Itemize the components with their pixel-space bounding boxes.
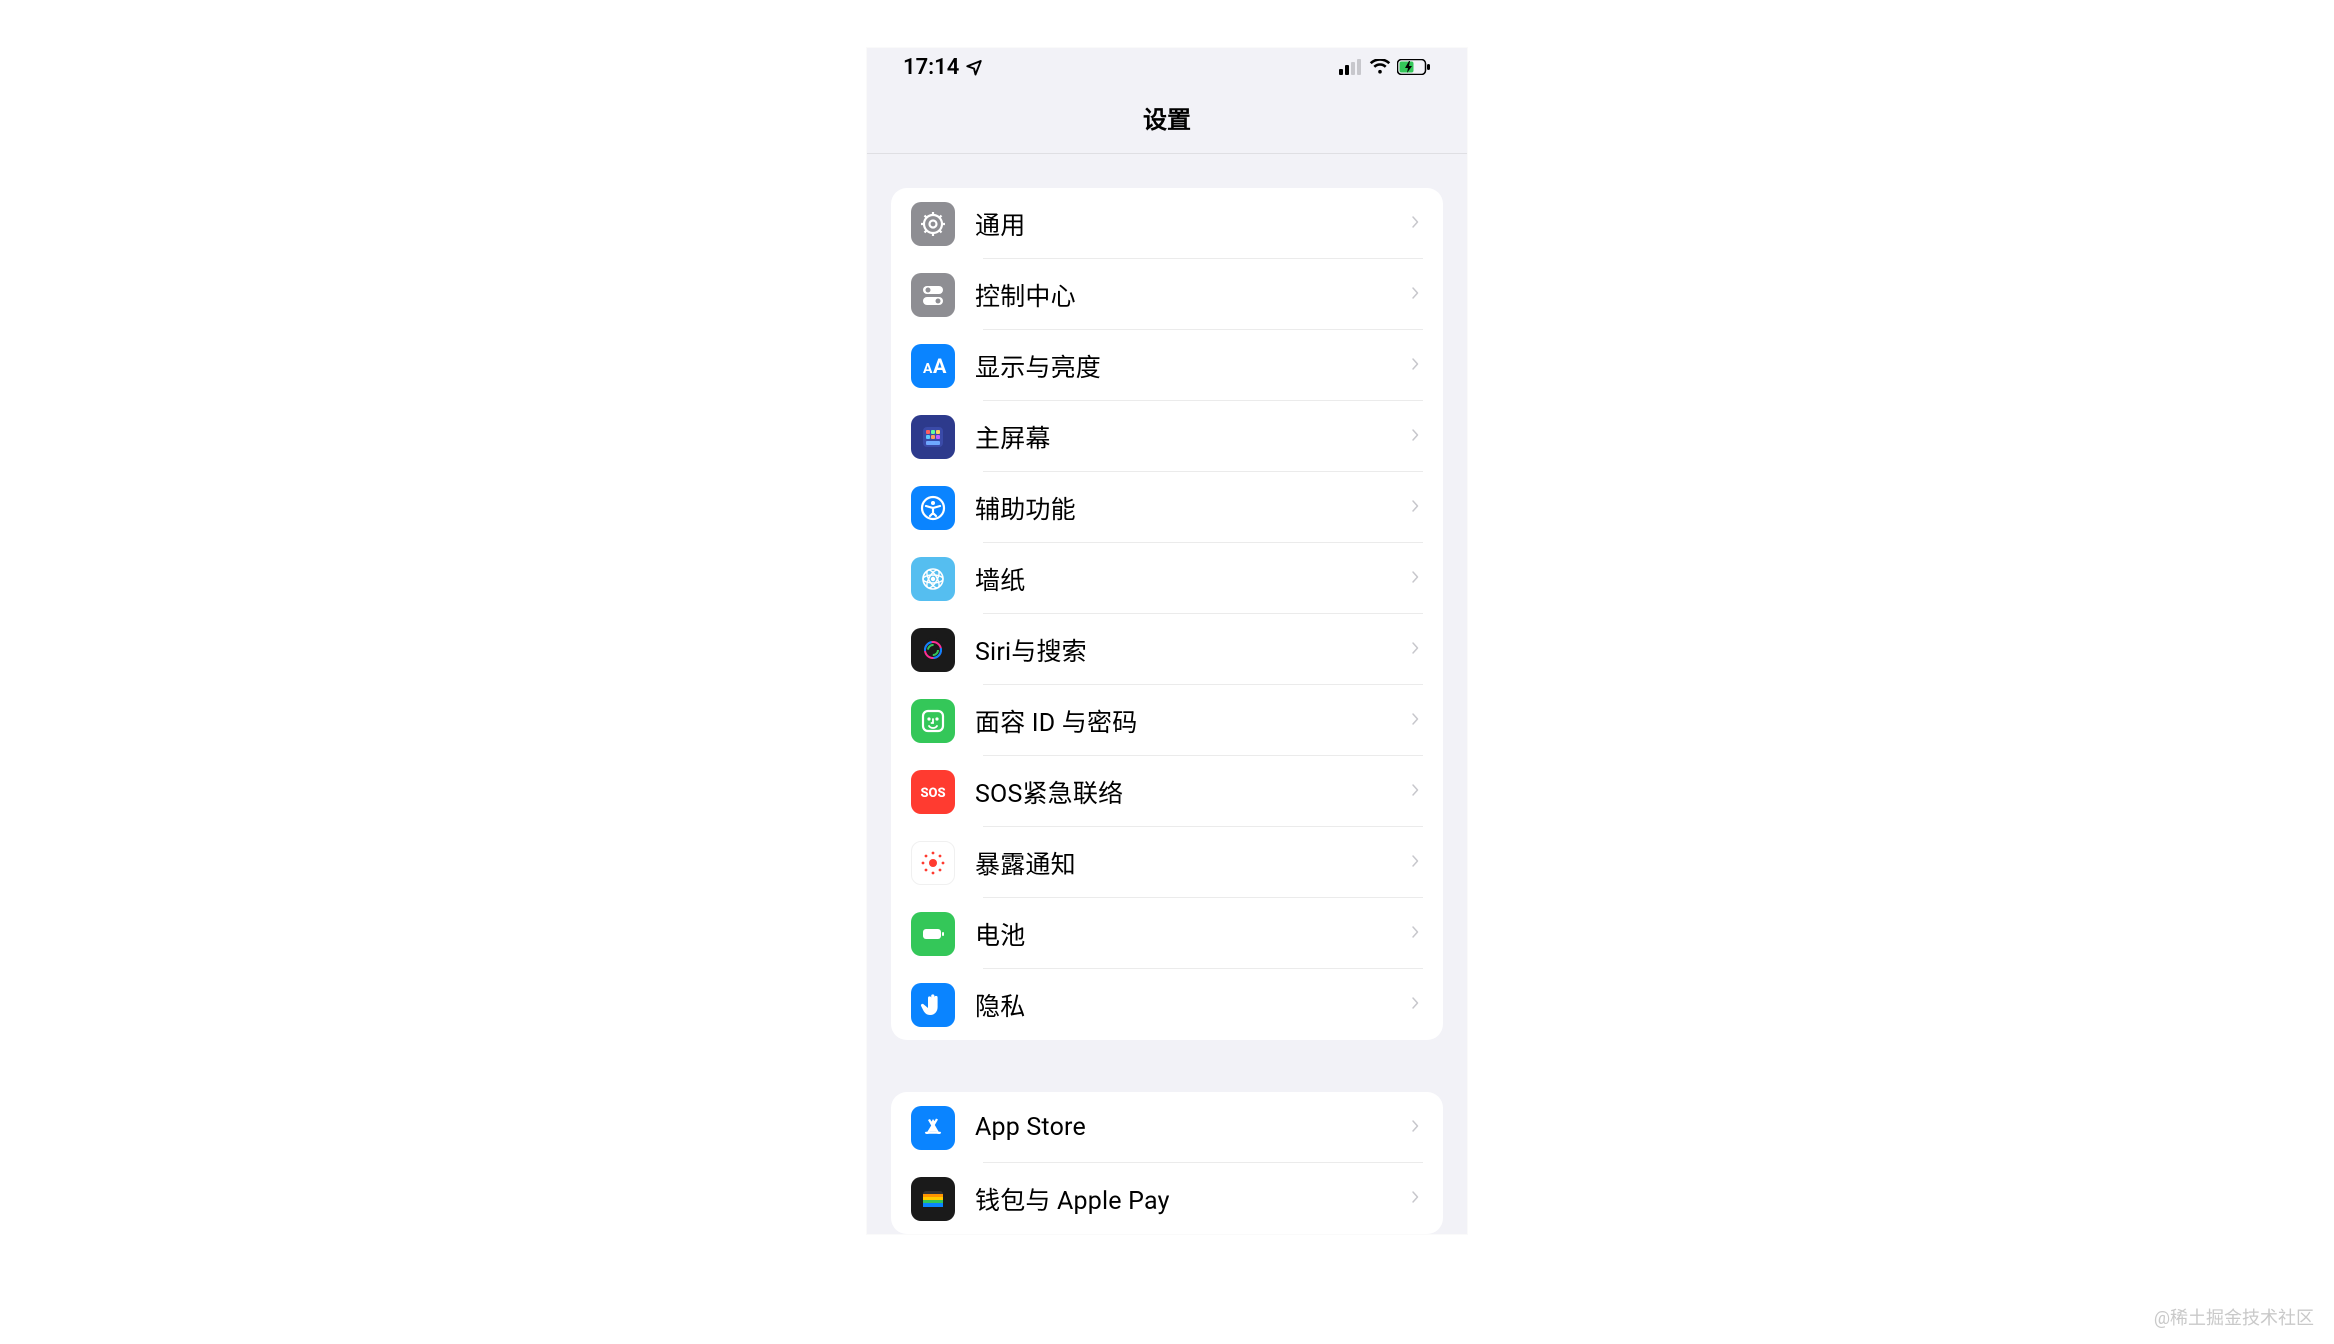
chevron-right-icon (1409, 637, 1423, 663)
settings-row-wallpaper[interactable]: 墙纸 (891, 543, 1443, 614)
settings-section: App Store 钱包与 Apple Pay (891, 1092, 1443, 1234)
settings-row-battery[interactable]: 电池 (891, 898, 1443, 969)
settings-row-label: 显示与亮度 (975, 348, 1409, 384)
chevron-right-icon (1409, 211, 1423, 237)
chevron-right-icon (1409, 921, 1423, 947)
hand-icon (911, 983, 955, 1027)
chevron-right-icon (1409, 850, 1423, 876)
settings-row-label: 暴露通知 (975, 845, 1409, 881)
toggles-icon (911, 273, 955, 317)
exposure-icon (911, 841, 955, 885)
battery-icon (911, 912, 955, 956)
settings-row-label: 辅助功能 (975, 490, 1409, 526)
chevron-right-icon (1409, 424, 1423, 450)
settings-row-general[interactable]: 通用 (891, 188, 1443, 259)
settings-row-accessibility[interactable]: 辅助功能 (891, 472, 1443, 543)
watermark: @稀土掘金技术社区 (2154, 1304, 2314, 1330)
text-size-icon (911, 344, 955, 388)
page-title: 设置 (867, 86, 1467, 154)
settings-row-app-store[interactable]: App Store (891, 1092, 1443, 1163)
phone-frame: 17:14 设置 通用控制中心显示与亮度主屏幕辅助功能墙纸 Siri与搜索面容 I… (867, 48, 1467, 1234)
settings-row-label: 钱包与 Apple Pay (975, 1181, 1409, 1217)
chevron-right-icon (1409, 779, 1423, 805)
chevron-right-icon (1409, 495, 1423, 521)
wallet-icon (911, 1177, 955, 1221)
settings-row-faceid[interactable]: 面容 ID 与密码 (891, 685, 1443, 756)
cellular-icon (1339, 59, 1363, 75)
chevron-right-icon (1409, 282, 1423, 308)
settings-row-siri[interactable]: Siri与搜索 (891, 614, 1443, 685)
chevron-right-icon (1409, 566, 1423, 592)
settings-row-display[interactable]: 显示与亮度 (891, 330, 1443, 401)
settings-row-label: Siri与搜索 (975, 632, 1409, 668)
settings-row-label: 主屏幕 (975, 419, 1409, 455)
status-time: 17:14 (903, 55, 959, 80)
wallpaper-icon (911, 557, 955, 601)
settings-row-label: 电池 (975, 916, 1409, 952)
settings-row-label: 通用 (975, 206, 1409, 242)
settings-row-home-screen[interactable]: 主屏幕 (891, 401, 1443, 472)
settings-row-wallet[interactable]: 钱包与 Apple Pay (891, 1163, 1443, 1234)
location-icon (965, 58, 983, 76)
appstore-icon (911, 1106, 955, 1150)
settings-row-privacy[interactable]: 隐私 (891, 969, 1443, 1040)
settings-row-exposure[interactable]: 暴露通知 (891, 827, 1443, 898)
status-left: 17:14 (903, 55, 983, 80)
home-grid-icon (911, 415, 955, 459)
chevron-right-icon (1409, 708, 1423, 734)
chevron-right-icon (1409, 1186, 1423, 1212)
status-right (1339, 59, 1431, 75)
gear-icon (911, 202, 955, 246)
siri-icon (911, 628, 955, 672)
chevron-right-icon (1409, 1115, 1423, 1141)
settings-row-label: App Store (975, 1113, 1409, 1142)
settings-section: 通用控制中心显示与亮度主屏幕辅助功能墙纸 Siri与搜索面容 ID 与密码 SOS紧… (891, 188, 1443, 1040)
battery-charging-icon (1397, 59, 1431, 75)
settings-row-label: SOS紧急联络 (975, 774, 1409, 810)
settings-row-label: 面容 ID 与密码 (975, 703, 1409, 739)
status-bar: 17:14 (867, 48, 1467, 86)
settings-row-label: 控制中心 (975, 277, 1409, 313)
settings-row-label: 隐私 (975, 987, 1409, 1023)
settings-row-control-center[interactable]: 控制中心 (891, 259, 1443, 330)
sos-icon (911, 770, 955, 814)
faceid-icon (911, 699, 955, 743)
chevron-right-icon (1409, 992, 1423, 1018)
settings-row-sos[interactable]: SOS紧急联络 (891, 756, 1443, 827)
chevron-right-icon (1409, 353, 1423, 379)
settings-row-label: 墙纸 (975, 561, 1409, 597)
wifi-icon (1369, 59, 1391, 75)
accessibility-icon (911, 486, 955, 530)
